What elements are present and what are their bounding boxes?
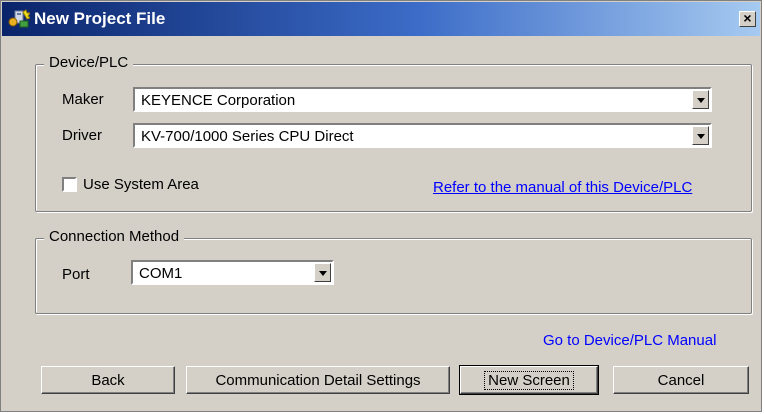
new-screen-label: New Screen [484, 371, 574, 390]
maker-dropdown-arrow-icon[interactable] [692, 90, 709, 109]
connection-method-legend: Connection Method [44, 228, 185, 245]
window-title: New Project File [34, 9, 166, 28]
back-button[interactable]: Back [41, 366, 175, 394]
maker-value: KEYENCE Corporation [141, 92, 296, 109]
close-button[interactable]: × [739, 11, 756, 27]
port-dropdown-arrow-icon[interactable] [314, 263, 331, 282]
device-plc-legend: Device/PLC [44, 54, 134, 71]
driver-label: Driver [62, 127, 102, 144]
goto-manual-link[interactable]: Go to Device/PLC Manual [543, 332, 716, 349]
port-select[interactable]: COM1 [131, 260, 334, 285]
use-system-area-label[interactable]: Use System Area [83, 176, 199, 193]
driver-dropdown-arrow-icon[interactable] [692, 126, 709, 145]
new-project-dialog: New Project File × Device/PLC Maker KEYE… [0, 0, 762, 412]
new-screen-button[interactable]: New Screen [459, 365, 599, 395]
maker-select[interactable]: KEYENCE Corporation [133, 87, 712, 112]
port-value: COM1 [139, 265, 183, 282]
title-bar[interactable]: New Project File × [2, 2, 760, 36]
maker-label: Maker [62, 91, 104, 108]
cancel-button[interactable]: Cancel [613, 366, 749, 394]
communication-detail-settings-button[interactable]: Communication Detail Settings [186, 366, 450, 394]
port-label: Port [62, 266, 90, 283]
driver-select[interactable]: KV-700/1000 Series CPU Direct [133, 123, 712, 148]
app-icon [8, 9, 31, 29]
use-system-area-checkbox[interactable] [62, 177, 77, 192]
driver-value: KV-700/1000 Series CPU Direct [141, 128, 354, 145]
device-manual-link[interactable]: Refer to the manual of this Device/PLC [433, 179, 692, 196]
